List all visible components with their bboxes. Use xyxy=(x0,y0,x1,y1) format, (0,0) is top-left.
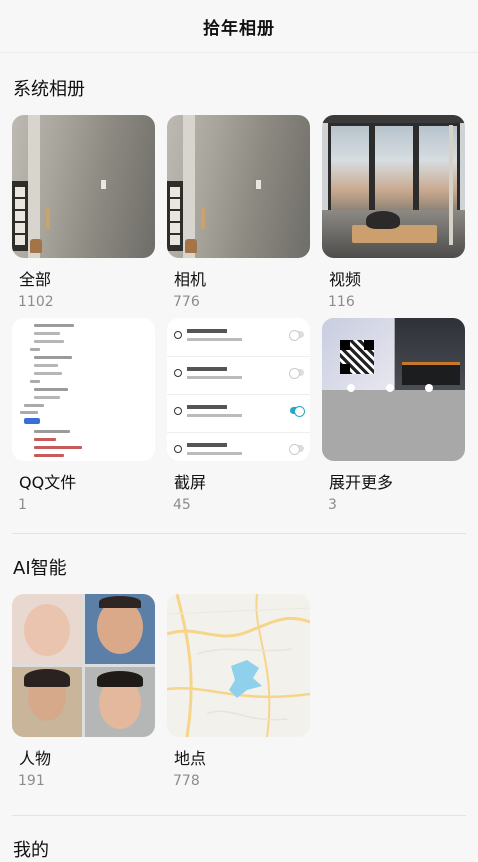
album-expand-more[interactable]: 展开更多 3 xyxy=(322,318,465,513)
album-thumbnail xyxy=(12,594,155,737)
album-name: 相机 xyxy=(174,270,207,289)
app-header: 拾年相册 xyxy=(0,0,478,53)
album-camera[interactable]: 相机 776 xyxy=(167,115,310,310)
section-title-mine: 我的 xyxy=(13,840,49,861)
album-count: 3 xyxy=(328,497,337,513)
album-thumbnail xyxy=(322,318,465,461)
page-title: 拾年相册 xyxy=(203,18,275,39)
album-thumbnail xyxy=(167,594,310,737)
album-thumbnail xyxy=(322,115,465,258)
section-title-ai: AI智能 xyxy=(13,558,67,579)
map-graphic xyxy=(167,594,310,737)
album-name: QQ文件 xyxy=(19,473,77,492)
album-all[interactable]: 全部 1102 xyxy=(12,115,155,310)
album-count: 45 xyxy=(173,497,191,513)
album-count: 776 xyxy=(173,294,200,310)
album-count: 1102 xyxy=(18,294,54,310)
album-qq-files[interactable]: QQ文件 1 xyxy=(12,318,155,513)
album-name: 人物 xyxy=(19,749,52,768)
album-places[interactable]: 地点 778 xyxy=(167,594,310,789)
album-count: 191 xyxy=(18,773,45,789)
album-screenshots[interactable]: 截屏 45 xyxy=(167,318,310,513)
album-name: 视频 xyxy=(329,270,362,289)
section-title-system: 系统相册 xyxy=(13,79,85,100)
album-people[interactable]: 人物 191 xyxy=(12,594,155,789)
album-name: 截屏 xyxy=(174,473,207,492)
album-thumbnail xyxy=(167,115,310,258)
album-name: 全部 xyxy=(19,270,52,289)
system-album-grid: 全部 1102 相机 776 视频 116 QQ文件 1 截屏 45 展开更多 … xyxy=(0,115,478,521)
album-count: 778 xyxy=(173,773,200,789)
album-thumbnail xyxy=(12,318,155,461)
album-thumbnail xyxy=(12,115,155,258)
album-count: 1 xyxy=(18,497,27,513)
album-name: 展开更多 xyxy=(329,473,394,492)
album-video[interactable]: 视频 116 xyxy=(322,115,465,310)
album-name: 地点 xyxy=(174,749,207,768)
album-thumbnail xyxy=(167,318,310,461)
ai-album-grid: 人物 191 地点 778 xyxy=(0,594,478,797)
album-count: 116 xyxy=(328,294,355,310)
